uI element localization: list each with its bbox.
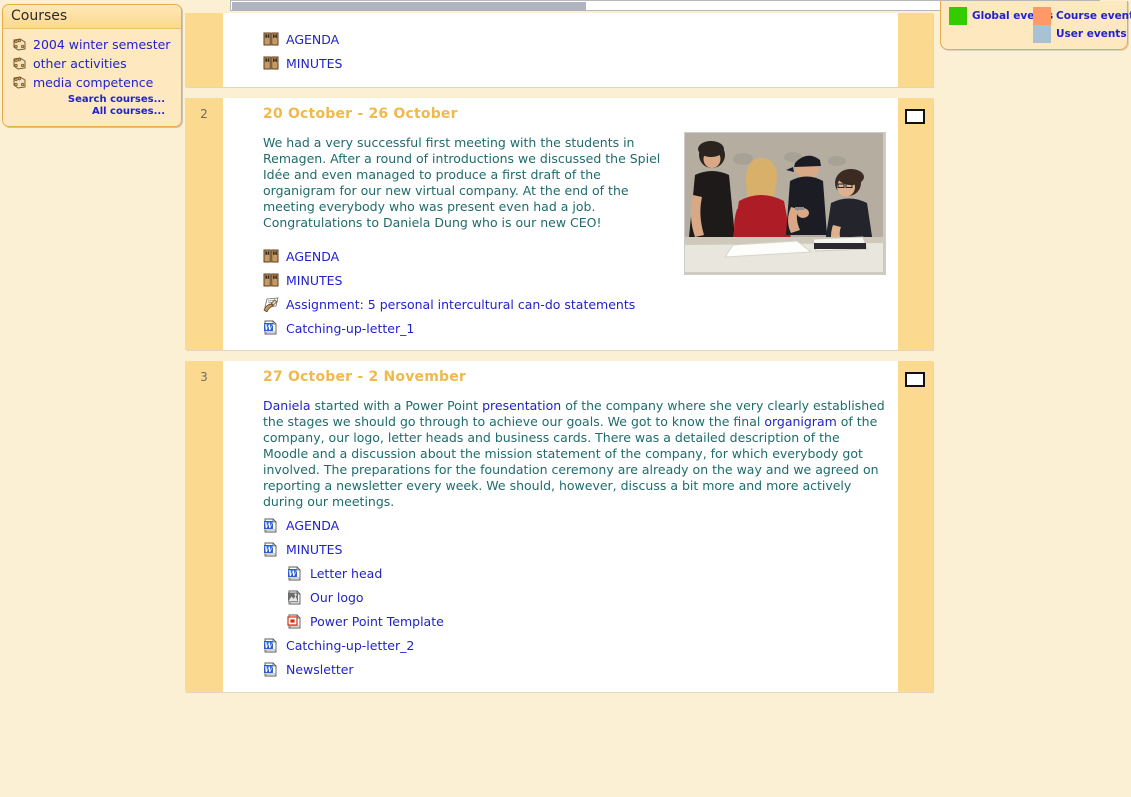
sidebar-item-label[interactable]: other activities (33, 56, 127, 71)
section-side-column (898, 361, 933, 692)
list-item[interactable]: W Newsletter (263, 658, 888, 682)
activity-label[interactable]: Newsletter (286, 662, 354, 677)
list-item[interactable]: W Catching-up-letter_1 (263, 316, 888, 340)
activity-label[interactable]: Catching-up-letter_2 (286, 638, 414, 653)
search-courses-link[interactable]: Search courses... (11, 94, 165, 105)
list-item[interactable]: AGENDA (263, 27, 888, 51)
section-title: 20 October - 26 October (263, 106, 458, 122)
section-side-column (898, 98, 933, 351)
legend-label: User events (1056, 28, 1127, 40)
list-item[interactable]: MINUTES (263, 51, 888, 75)
sidebar-item-label[interactable]: 2004 winter semester (33, 37, 170, 52)
course-section: 2 20 October - 26 October We had a very … (185, 98, 933, 351)
course-icon (13, 57, 27, 70)
activity-label[interactable]: Assignment: 5 personal intercultural can… (286, 297, 635, 312)
user-events-swatch-icon (1033, 25, 1051, 43)
course-section: 3 27 October - 2 November Daniela starte… (185, 361, 933, 692)
activity-list: AGENDA M (263, 27, 888, 75)
sidebar-item-course-1[interactable]: other activities (13, 56, 173, 71)
course-icon (13, 76, 27, 89)
courses-block-title: Courses (3, 5, 181, 29)
word-doc-icon: W (263, 541, 279, 558)
list-item[interactable]: W AGENDA (263, 514, 888, 538)
section-side-column (898, 13, 933, 87)
activity-label[interactable]: AGENDA (286, 518, 339, 533)
powerpoint-icon (287, 613, 303, 630)
legend-item-course-events[interactable]: Course events (1033, 7, 1131, 25)
list-item[interactable]: W Letter head (263, 562, 888, 586)
image-file-icon (287, 589, 303, 606)
activity-label[interactable]: MINUTES (286, 56, 342, 71)
wiki-icon (263, 55, 279, 71)
course-section: AGENDA MINUTES (185, 13, 933, 87)
list-item[interactable]: Power Point Template (263, 610, 888, 634)
highlight-section-button[interactable] (905, 372, 925, 388)
word-doc-icon: W (287, 565, 303, 582)
scrollbar-thumb[interactable] (232, 2, 586, 11)
all-courses-link[interactable]: All courses... (11, 106, 165, 117)
word-doc-icon: W (263, 517, 279, 534)
sidebar-item-label[interactable]: media competence (33, 75, 153, 90)
activity-label[interactable]: Power Point Template (310, 614, 444, 629)
course-icon (13, 38, 27, 51)
course-sections: AGENDA MINUTES 2 20 October - 26 October… (185, 13, 933, 703)
legend-item-user-events[interactable]: User events (1033, 25, 1127, 43)
courses-block: Courses 2004 winter semester other activ… (2, 4, 182, 127)
section-content: 20 October - 26 October We had a very su… (223, 98, 898, 351)
activity-label[interactable]: MINUTES (286, 273, 342, 288)
section-summary: We had a very successful first meeting w… (263, 135, 661, 230)
wiki-icon (263, 248, 279, 264)
courses-block-links: Search courses... All courses... (11, 94, 173, 117)
word-doc-icon: W (263, 320, 279, 336)
wiki-icon (263, 272, 279, 288)
wiki-icon (263, 31, 279, 47)
list-item[interactable]: W MINUTES (263, 538, 888, 562)
word-doc-icon: W (263, 661, 279, 678)
word-doc-icon: W (263, 637, 279, 654)
assignment-icon (263, 296, 279, 313)
section-content: 27 October - 2 November Daniela started … (223, 361, 898, 692)
section-content: AGENDA MINUTES (223, 13, 898, 87)
legend-label: Course events (1056, 10, 1131, 22)
events-legend: Global events Course events User events (940, 1, 1131, 50)
activity-list: W AGENDA W MINUTES W Letter head Our log… (263, 514, 888, 682)
course-events-swatch-icon (1033, 7, 1051, 25)
list-item[interactable]: Assignment: 5 personal intercultural can… (263, 292, 888, 316)
sidebar-item-course-2[interactable]: media competence (13, 75, 173, 90)
section-number: 3 (185, 361, 223, 692)
section-number: 2 (185, 98, 223, 351)
section-title: 27 October - 2 November (263, 369, 467, 386)
activity-label[interactable]: Our logo (310, 590, 364, 605)
section-number (185, 13, 223, 87)
section-summary: Daniela started with a Power Point prese… (263, 398, 885, 509)
activity-label[interactable]: AGENDA (286, 32, 339, 47)
courses-block-body: 2004 winter semester other activities me… (3, 29, 181, 126)
list-item[interactable]: Our logo (263, 586, 888, 610)
activity-label[interactable]: Letter head (310, 566, 382, 581)
list-item[interactable]: W Catching-up-letter_2 (263, 634, 888, 658)
students-meeting-photo (684, 132, 886, 275)
activity-label[interactable]: AGENDA (286, 249, 339, 264)
global-events-swatch-icon (949, 7, 967, 25)
highlight-section-button[interactable] (905, 109, 925, 124)
sidebar-item-course-0[interactable]: 2004 winter semester (13, 37, 173, 52)
activity-label[interactable]: Catching-up-letter_1 (286, 321, 414, 336)
activity-label[interactable]: MINUTES (286, 542, 342, 557)
